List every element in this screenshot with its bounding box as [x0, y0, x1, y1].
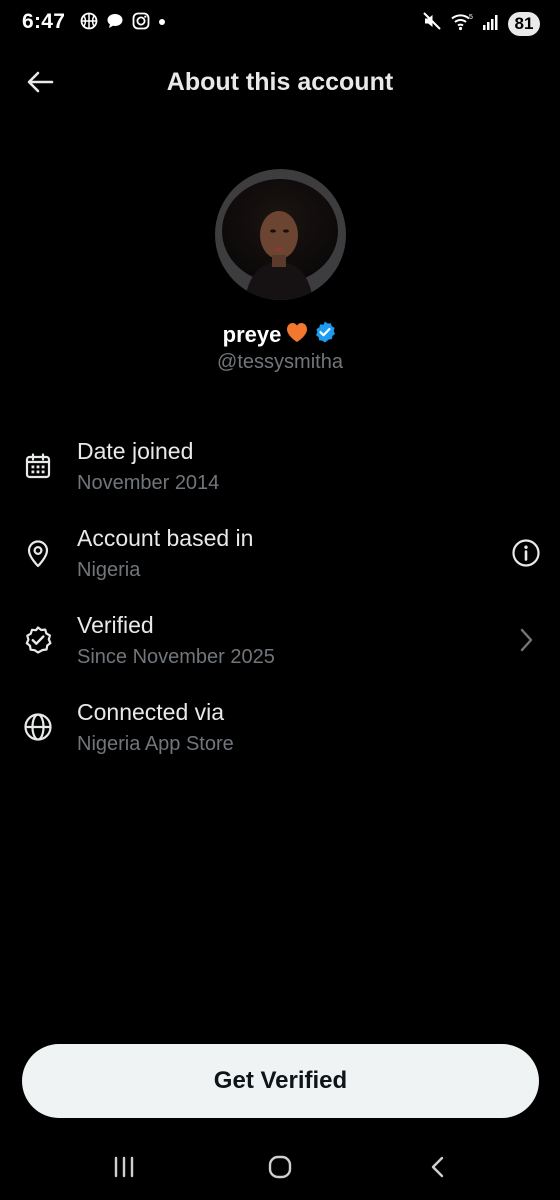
mute-icon	[422, 11, 442, 36]
chat-bubble-icon	[106, 12, 124, 30]
instagram-icon	[132, 12, 150, 30]
info-value: Nigeria App Store	[77, 733, 234, 755]
info-row-date-joined: Date joined November 2014	[0, 438, 560, 510]
info-row-verified[interactable]: Verified Since November 2025	[0, 612, 560, 684]
account-handle: @tessysmitha	[217, 351, 343, 373]
chevron-right-icon[interactable]	[510, 624, 542, 656]
battery-indicator: 81	[508, 11, 540, 36]
system-nav-bar	[0, 1140, 560, 1200]
info-label: Account based in	[77, 525, 254, 551]
status-left-icons	[80, 12, 166, 30]
page-header: About this account	[0, 56, 560, 112]
info-value: Since November 2025	[77, 646, 275, 668]
page-title: About this account	[166, 68, 394, 96]
dot-icon	[158, 12, 166, 30]
display-name-row: preye	[0, 320, 560, 349]
avatar-portrait	[215, 169, 346, 300]
location-pin-icon	[22, 537, 54, 569]
info-label: Date joined	[77, 438, 194, 464]
back-icon[interactable]	[418, 1152, 458, 1182]
info-row-connected-via: Connected via Nigeria App Store	[0, 699, 560, 771]
info-value: November 2014	[77, 472, 220, 494]
get-verified-button[interactable]: Get Verified	[22, 1044, 539, 1118]
verified-badge-icon[interactable]	[313, 320, 337, 349]
wifi-icon: 5	[450, 11, 474, 36]
info-label: Verified	[77, 612, 154, 638]
basketball-icon	[80, 12, 98, 30]
about-account-screen: 6:47 5 81 About this account preye @tess…	[0, 0, 560, 1200]
heart-emoji	[285, 321, 309, 348]
calendar-icon	[22, 450, 54, 482]
recents-icon[interactable]	[104, 1152, 144, 1182]
status-time: 6:47	[22, 10, 66, 33]
info-icon[interactable]	[510, 537, 542, 569]
display-name: preye	[222, 321, 282, 347]
verified-check-icon	[22, 624, 54, 656]
svg-text:5: 5	[469, 14, 473, 21]
signal-icon	[482, 11, 500, 36]
home-icon[interactable]	[260, 1152, 300, 1182]
status-bar: 6:47 5 81	[0, 0, 560, 48]
avatar[interactable]	[215, 169, 346, 300]
status-right-icons: 5 81	[422, 11, 540, 36]
info-label: Connected via	[77, 699, 225, 725]
info-value: Nigeria	[77, 559, 141, 581]
globe-icon	[22, 711, 54, 743]
info-row-account-based-in: Account based in Nigeria	[0, 525, 560, 597]
